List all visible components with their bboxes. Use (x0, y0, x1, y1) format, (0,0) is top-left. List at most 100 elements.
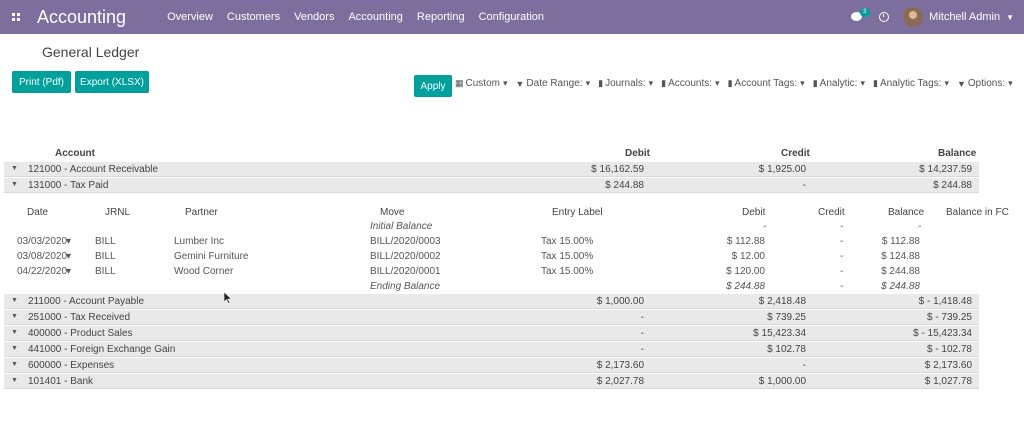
app-brand[interactable]: Accounting (37, 7, 126, 28)
filter-accounts[interactable]: ▮ Accounts: ▾ (661, 78, 721, 89)
initial-balance-debit: - (763, 221, 767, 232)
account-credit: $ 739.25 (767, 312, 806, 323)
filter-label: Date Range: (526, 78, 583, 89)
caret-down-icon[interactable]: ▼ (11, 345, 18, 352)
menu-configuration[interactable]: Configuration (472, 11, 551, 23)
filter-icon: ▼ (956, 78, 966, 89)
initial-balance-row: Initial Balance - - - (0, 221, 1024, 235)
move-line-row[interactable]: 03/08/2020 ▾ BILL Gemini Furniture BILL/… (0, 251, 1024, 265)
account-balance: $ 1,027.78 (924, 376, 972, 387)
account-row[interactable]: ▼ 400000 - Product Sales - $ 15,423.34 $… (4, 326, 979, 341)
filter-analytic-tags[interactable]: ▮ Analytic Tags: ▾ (873, 78, 951, 89)
caret-down-icon: ▾ (715, 78, 720, 88)
account-name: 131000 - Tax Paid (28, 180, 109, 191)
caret-down-icon[interactable]: ▼ (11, 181, 18, 188)
top-navbar: Accounting Overview Customers Vendors Ac… (0, 0, 1024, 34)
filter-account-tags[interactable]: ▮ Account Tags: ▾ (728, 78, 807, 89)
account-balance: $ 2,173.60 (924, 360, 972, 371)
caret-down-icon[interactable]: ▼ (11, 313, 18, 320)
menu-overview[interactable]: Overview (160, 11, 220, 23)
line-credit: - (840, 251, 844, 262)
user-menu[interactable]: Mitchell Admin ▼ (903, 7, 1014, 27)
account-row[interactable]: ▼ 101401 - Bank $ 2,027.78 $ 1,000.00 $ … (4, 374, 979, 389)
caret-down-icon[interactable]: ▾ (66, 236, 71, 247)
caret-down-icon[interactable]: ▾ (66, 266, 71, 277)
account-debit: $ 2,173.60 (596, 360, 644, 371)
initial-balance-balance: - (918, 221, 922, 232)
detail-header-jrnl: JRNL (105, 207, 131, 218)
account-credit: $ 102.78 (767, 344, 806, 355)
account-row[interactable]: ▼ 441000 - Foreign Exchange Gain - $ 102… (4, 342, 979, 357)
line-entry-label: Tax 15.00% (541, 266, 594, 277)
line-debit: $ 112.88 (726, 236, 765, 247)
col-header-debit: Debit (625, 148, 650, 159)
apps-menu-icon[interactable] (3, 0, 29, 34)
account-debit: - (640, 344, 644, 355)
export-xlsx-button[interactable]: Export (XLSX) (75, 71, 149, 93)
book-icon: ▮ (727, 78, 733, 88)
menu-accounting[interactable]: Accounting (341, 11, 409, 23)
line-date: 03/08/2020 (17, 251, 68, 262)
initial-balance-label: Initial Balance (370, 221, 433, 232)
account-debit: $ 1,000.00 (596, 296, 644, 307)
line-date: 03/03/2020 (17, 236, 68, 247)
filter-date-range[interactable]: ▼ Date Range: ▾ (516, 78, 593, 89)
caret-down-icon[interactable]: ▼ (11, 329, 18, 336)
caret-down-icon[interactable]: ▼ (11, 361, 18, 368)
menu-reporting[interactable]: Reporting (410, 11, 472, 23)
account-balance: $ 14,237.59 (919, 164, 972, 175)
filter-custom[interactable]: ▦ Custom ▾ (455, 78, 510, 89)
filter-label: Journals: (605, 78, 646, 89)
account-name: 600000 - Expenses (28, 360, 115, 371)
line-move[interactable]: BILL/2020/0003 (370, 236, 441, 247)
filter-options[interactable]: ▼ Options: ▾ (957, 78, 1015, 89)
activity-clock-icon[interactable] (879, 12, 890, 22)
caret-down-icon[interactable]: ▼ (11, 165, 18, 172)
account-debit: $ 16,162.59 (591, 164, 644, 175)
filter-analytic[interactable]: ▮ Analytic: ▾ (813, 78, 867, 89)
caret-down-icon: ▾ (502, 78, 508, 88)
initial-balance-credit: - (840, 221, 844, 232)
move-line-row[interactable]: 04/22/2020 ▾ BILL Wood Corner BILL/2020/… (0, 266, 1024, 280)
line-credit: - (840, 266, 844, 277)
apply-button[interactable]: Apply (414, 75, 452, 97)
filter-label: Account Tags: (734, 78, 798, 89)
filter-bar: ▦ Custom ▾ ▼ Date Range: ▾ ▮ Journals: ▾… (455, 78, 1021, 89)
account-name: 400000 - Product Sales (28, 328, 133, 339)
account-row[interactable]: ▼ 600000 - Expenses $ 2,173.60 - $ 2,173… (4, 358, 979, 373)
account-credit: $ 15,423.34 (753, 328, 806, 339)
detail-header-partner: Partner (185, 207, 218, 218)
line-move[interactable]: BILL/2020/0002 (370, 251, 441, 262)
caret-down-icon: ▾ (648, 78, 654, 88)
move-line-row[interactable]: 03/03/2020 ▾ BILL Lumber Inc BILL/2020/0… (0, 236, 1024, 250)
line-move[interactable]: BILL/2020/0001 (370, 266, 441, 277)
filter-label: Analytic Tags: (879, 78, 942, 89)
col-header-balance: Balance (938, 148, 977, 159)
navbar-right: 3 Mitchell Admin ▼ (851, 0, 1014, 34)
caret-down-icon[interactable]: ▼ (11, 297, 18, 304)
caret-down-icon[interactable]: ▾ (66, 251, 71, 262)
print-pdf-button[interactable]: Print (Pdf) (12, 71, 71, 93)
user-name: Mitchell Admin (929, 11, 1001, 23)
line-journal: BILL (95, 236, 116, 247)
account-row[interactable]: ▼ 121000 - Account Receivable $ 16,162.5… (4, 162, 979, 177)
menu-vendors[interactable]: Vendors (287, 11, 341, 23)
account-row[interactable]: ▼ 211000 - Account Payable $ 1,000.00 $ … (4, 294, 979, 309)
account-row[interactable]: ▼ 131000 - Tax Paid $ 244.88 - $ 244.88 (4, 178, 979, 193)
caret-down-icon[interactable]: ▼ (11, 377, 18, 384)
book-icon: ▮ (598, 78, 604, 88)
filter-journals[interactable]: ▮ Journals: ▾ (598, 78, 655, 89)
account-balance: $ - 1,418.48 (918, 296, 972, 307)
menu-customers[interactable]: Customers (220, 11, 287, 23)
line-balance: $ 124.88 (881, 251, 920, 262)
line-debit: $ 120.00 (726, 266, 765, 277)
line-entry-label: Tax 15.00% (541, 236, 594, 247)
account-row[interactable]: ▼ 251000 - Tax Received - $ 739.25 $ - 7… (4, 310, 979, 325)
line-credit: - (840, 236, 844, 247)
book-icon: ▮ (661, 78, 667, 88)
account-name: 101401 - Bank (28, 376, 94, 387)
ending-balance-credit: - (840, 281, 844, 292)
caret-down-icon: ▼ (1006, 12, 1014, 22)
chat-icon[interactable]: 3 (851, 8, 870, 23)
filter-label: Custom (465, 78, 500, 89)
